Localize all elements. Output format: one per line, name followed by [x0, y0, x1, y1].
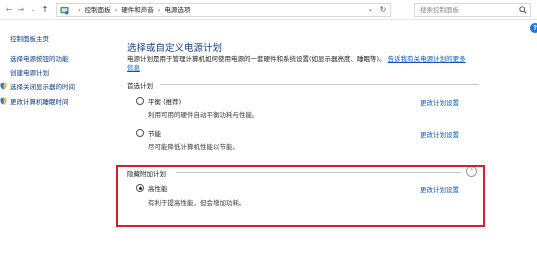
- address-bar: ← → ⌄ ↑ › 控制面板 › 硬件和声音 › 电源选项 ⌄ ↻ 搜索控制面板: [0, 0, 537, 20]
- nav-sleep-time-label: 更改计算机睡眠时间: [10, 98, 69, 106]
- left-nav: 控制面板主页 选择电源按钮的功能 创建电源计划 选择关闭显示器的时间 更改计算机…: [0, 20, 118, 254]
- breadcrumb-separator[interactable]: ›: [158, 6, 161, 14]
- page-title: 选择或自定义电源计划: [127, 43, 223, 54]
- address-dropdown-icon[interactable]: ⌄: [366, 4, 375, 16]
- nav-create-power-plan[interactable]: 创建电源计划: [10, 67, 49, 77]
- nav-display-off-time-label: 选择关闭显示器的时间: [10, 83, 75, 91]
- plan-power-saver-desc: 尽可能降低计算机性能以节能。: [148, 143, 239, 151]
- up-arrow-icon[interactable]: ↑: [40, 5, 50, 15]
- search-placeholder: 搜索控制面板: [420, 6, 459, 14]
- shield-icon: [0, 82, 7, 90]
- plan-balanced-settings-link[interactable]: 更改计划设置: [420, 97, 459, 107]
- search-input[interactable]: 搜索控制面板: [414, 3, 531, 17]
- plan-power-saver-radio[interactable]: [136, 129, 144, 137]
- nav-control-panel-home[interactable]: 控制面板主页: [10, 33, 49, 43]
- back-arrow-icon[interactable]: ←: [4, 5, 14, 15]
- control-panel-icon: [60, 6, 69, 15]
- preferred-plans-label: 首选计划: [127, 82, 153, 90]
- nav-display-off-time[interactable]: 选择关闭显示器的时间: [0, 81, 75, 91]
- search-icon[interactable]: [519, 6, 527, 14]
- forward-arrow-icon[interactable]: →: [16, 5, 26, 15]
- highlight-box: [116, 165, 485, 227]
- address-box[interactable]: › 控制面板 › 硬件和声音 › 电源选项 ⌄ ↻: [56, 3, 391, 17]
- nav-power-button-function[interactable]: 选择电源按钮的功能: [10, 53, 69, 63]
- breadcrumb-control-panel[interactable]: 控制面板: [85, 6, 111, 14]
- breadcrumb-hardware-sound[interactable]: 硬件和声音: [121, 6, 154, 14]
- breadcrumb-separator: ›: [78, 6, 81, 14]
- breadcrumb: › 控制面板 › 硬件和声音 › 电源选项: [74, 4, 190, 16]
- description-text: 电源计划是用于管理计算机如何使用电源的一套硬件和系统设置(如显示器亮度、睡眠等)…: [127, 55, 386, 63]
- shield-icon: [0, 97, 7, 105]
- plan-balanced-desc: 利用可用的硬件自动平衡功耗与性能。: [148, 111, 259, 119]
- section-divider: [160, 84, 479, 85]
- nav-sleep-time[interactable]: 更改计算机睡眠时间: [0, 96, 69, 106]
- plan-power-saver-name[interactable]: 节能: [148, 128, 161, 138]
- breadcrumb-separator[interactable]: ›: [115, 6, 118, 14]
- plan-balanced-name[interactable]: 平衡 (推荐): [148, 96, 181, 106]
- plan-balanced-radio[interactable]: [136, 97, 144, 105]
- refresh-icon[interactable]: ↻: [378, 4, 388, 16]
- plan-power-saver-settings-link[interactable]: 更改计划设置: [420, 129, 459, 139]
- page-description: 电源计划是用于管理计算机如何使用电源的一套硬件和系统设置(如显示器亮度、睡眠等)…: [127, 55, 467, 73]
- breadcrumb-power-options[interactable]: 电源选项: [164, 6, 190, 14]
- chevron-down-icon[interactable]: ⌄: [28, 5, 38, 15]
